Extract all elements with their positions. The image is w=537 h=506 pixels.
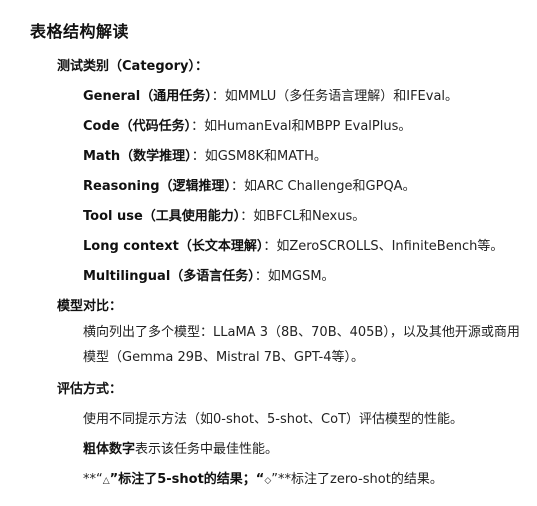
five-shot-note: ”标注了5-shot的结果；“ (109, 472, 265, 487)
category-item-math: Math（数学推理）：如GSM8K和MATH。 (83, 145, 327, 164)
category-text: ：如MMLU（多任务语言理解）和IFEval。 (211, 89, 459, 104)
category-text: ：如MGSM。 (254, 269, 335, 284)
category-label: Tool use（工具使用能力） (83, 209, 241, 224)
category-label: Multilingual（多语言任务） (83, 269, 255, 284)
category-item-tool-use: Tool use（工具使用能力）：如BFCL和Nexus。 (83, 205, 365, 224)
comparison-heading: 模型对比： (57, 299, 123, 314)
category-label: Long context（长文本理解） (83, 239, 264, 254)
triangle-marker-icon: △ (102, 476, 110, 486)
category-item-multilingual: Multilingual（多语言任务）：如MGSM。 (83, 265, 335, 284)
evaluation-line-markers: **“△”标注了5-shot的结果；“◇”**标注了zero-shot的结果。 (83, 468, 443, 487)
evaluation-line-prompting: 使用不同提示方法（如0-shot、5-shot、CoT）评估模型的性能。 (83, 412, 464, 427)
category-item-code: Code（代码任务）：如HumanEval和MBPP EvalPlus。 (83, 115, 411, 134)
category-text: ：如HumanEval和MBPP EvalPlus。 (191, 119, 412, 134)
bold-numbers-text: 表示该任务中最佳性能。 (135, 442, 279, 457)
category-item-reasoning: Reasoning（逻辑推理）：如ARC Challenge和GPQA。 (83, 175, 416, 194)
page-title: 表格结构解读 (30, 22, 130, 41)
category-item-general: General（通用任务）：如MMLU（多任务语言理解）和IFEval。 (83, 85, 458, 104)
category-label: General（通用任务） (83, 89, 212, 104)
comparison-paragraph: 横向列出了多个模型：LLaMA 3（8B、70B、405B），以及其他开源或商用… (83, 325, 520, 365)
category-label: Math（数学推理） (83, 149, 192, 164)
category-label: Reasoning（逻辑推理） (83, 179, 232, 194)
zero-shot-note: ”**标注了zero-shot的结果。 (271, 472, 443, 487)
evaluation-heading: 评估方式： (57, 382, 123, 397)
category-text: ：如ARC Challenge和GPQA。 (231, 179, 416, 194)
category-text: ：如ZeroSCROLLS、InfiniteBench等。 (263, 239, 504, 254)
document-page: 表格结构解读 测试类别（Category）： General（通用任务）：如MM… (0, 0, 537, 506)
category-label: Code（代码任务） (83, 119, 192, 134)
category-item-long-context: Long context（长文本理解）：如ZeroSCROLLS、Infinit… (83, 235, 503, 254)
categories-heading: 测试类别（Category）： (57, 59, 208, 74)
category-text: ：如BFCL和Nexus。 (240, 209, 366, 224)
category-text: ：如GSM8K和MATH。 (191, 149, 327, 164)
evaluation-line-bold-numbers: 粗体数字表示该任务中最佳性能。 (83, 438, 278, 457)
bold-numbers-label: 粗体数字 (83, 442, 136, 457)
marker-prefix: **“ (83, 472, 103, 487)
